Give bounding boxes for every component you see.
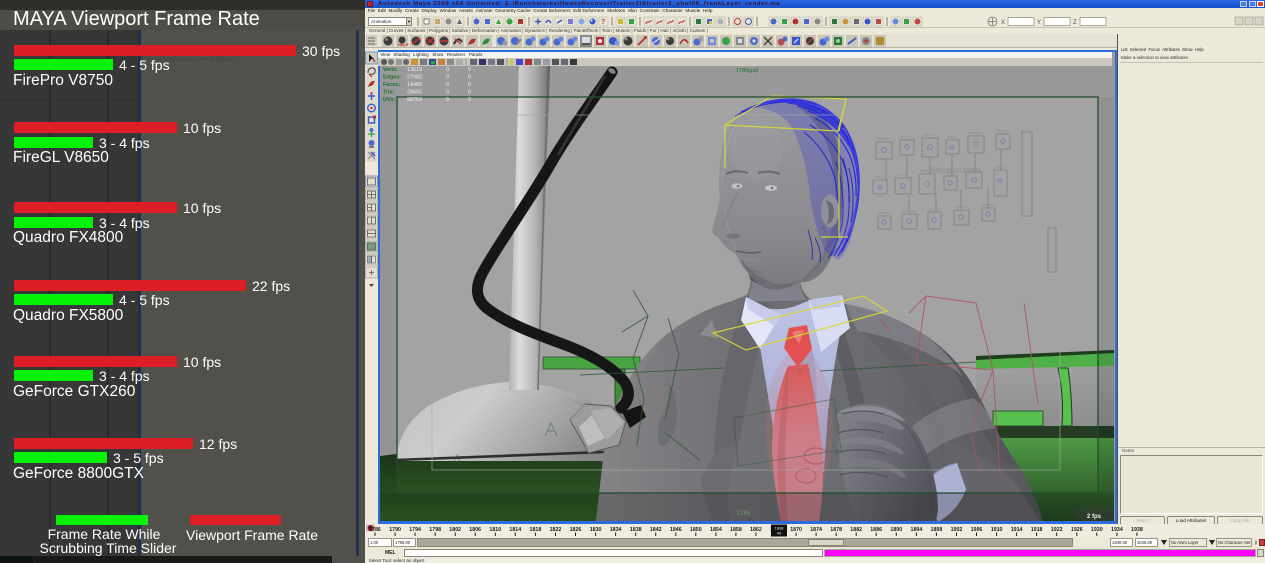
svg-text:0: 0: [468, 97, 471, 103]
svg-text:1846: 1846: [670, 527, 682, 533]
svg-text:Faces:: Faces:: [383, 82, 400, 88]
svg-text:1810: 1810: [489, 527, 501, 533]
svg-text:1882: 1882: [850, 527, 862, 533]
svg-text:1786|ga|f: 1786|ga|f: [736, 68, 759, 74]
svg-text:1790: 1790: [389, 527, 401, 533]
svg-text:1802: 1802: [449, 527, 461, 533]
svg-text:1826: 1826: [570, 527, 582, 533]
svg-text:1818: 1818: [530, 527, 542, 533]
svg-text:0: 0: [446, 67, 449, 73]
svg-text:1922: 1922: [1051, 527, 1063, 533]
svg-text:0: 0: [468, 90, 471, 96]
svg-text:Z: Z: [1073, 20, 1077, 26]
svg-text:1894: 1894: [911, 527, 923, 533]
svg-text:1902: 1902: [951, 527, 963, 533]
svg-text:Edges:: Edges:: [383, 75, 401, 81]
svg-text:Y: Y: [1037, 20, 1041, 26]
svg-text:1870: 1870: [790, 527, 802, 533]
svg-text:1838: 1838: [630, 527, 642, 533]
svg-text:1858: 1858: [730, 527, 742, 533]
svg-text:0: 0: [446, 75, 449, 81]
svg-text:1890: 1890: [890, 527, 902, 533]
svg-text:HELP: HELP: [398, 42, 409, 47]
svg-text:X: X: [1001, 20, 1005, 26]
svg-text:28655: 28655: [407, 90, 422, 96]
svg-text:0: 0: [446, 82, 449, 88]
svg-text:Verts:: Verts:: [383, 67, 398, 73]
svg-text:1786: 1786: [369, 527, 381, 533]
svg-text:1830: 1830: [590, 527, 602, 533]
svg-text:1794: 1794: [409, 527, 421, 533]
svg-text:1938: 1938: [1131, 527, 1143, 533]
svg-text:13619: 13619: [407, 67, 422, 73]
svg-text:2 fps: 2 fps: [1087, 514, 1102, 520]
svg-text:1814: 1814: [509, 527, 521, 533]
svg-text:1850: 1850: [690, 527, 702, 533]
svg-text:1822: 1822: [550, 527, 562, 533]
svg-text:1910: 1910: [991, 527, 1003, 533]
svg-text:98753: 98753: [407, 97, 422, 103]
svg-text:1914: 1914: [1011, 527, 1023, 533]
svg-text:27982: 27982: [407, 75, 422, 81]
svg-text:0: 0: [468, 67, 471, 73]
svg-text:1834: 1834: [610, 527, 622, 533]
svg-text:1918: 1918: [1031, 527, 1043, 533]
svg-text:2MouthVolume: 2MouthVolume: [928, 166, 982, 175]
svg-text:1930: 1930: [1091, 527, 1103, 533]
svg-text:UVs:: UVs:: [383, 97, 395, 103]
svg-text:40: 40: [777, 531, 782, 536]
svg-text:1934: 1934: [1111, 527, 1123, 533]
svg-text:1906: 1906: [971, 527, 983, 533]
svg-text:0: 0: [468, 75, 471, 81]
svg-text:1878: 1878: [830, 527, 842, 533]
svg-text:1862: 1862: [750, 527, 762, 533]
svg-text:1874: 1874: [810, 527, 822, 533]
svg-text:1886: 1886: [870, 527, 882, 533]
svg-text:?: ?: [601, 19, 605, 26]
svg-text:1842: 1842: [650, 527, 662, 533]
svg-text:0: 0: [446, 90, 449, 96]
svg-text:0: 0: [468, 82, 471, 88]
svg-text:1898: 1898: [931, 527, 943, 533]
svg-text:1806: 1806: [469, 527, 481, 533]
svg-text:1926: 1926: [1071, 527, 1083, 533]
svg-text:Tris:: Tris:: [383, 90, 395, 96]
svg-text:1798: 1798: [429, 527, 441, 533]
svg-text:1854: 1854: [710, 527, 722, 533]
svg-text:14460: 14460: [407, 82, 422, 88]
svg-text:0: 0: [446, 97, 449, 103]
svg-text:1786: 1786: [737, 511, 751, 517]
